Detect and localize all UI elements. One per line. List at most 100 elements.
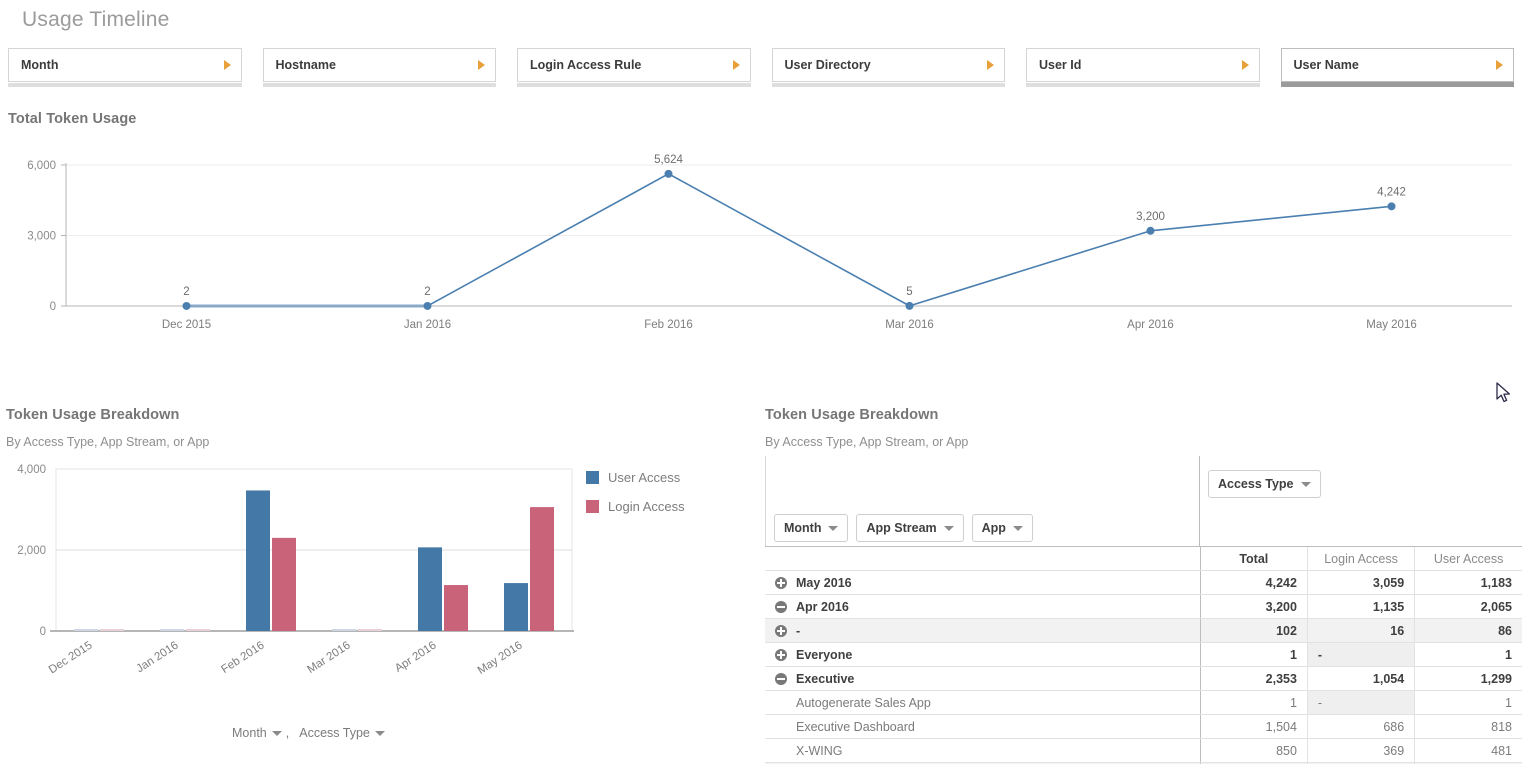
table-row[interactable]: Executive 2,353 1,054 1,299 bbox=[765, 666, 1522, 691]
pivot-row-label-cell[interactable]: - bbox=[765, 618, 1201, 643]
pivot-cell-login-access[interactable]: - bbox=[1306, 642, 1415, 667]
pivot-cell-login-access[interactable]: - bbox=[1306, 690, 1415, 715]
table-row[interactable]: Autogenerate Sales App 1-1 bbox=[765, 690, 1522, 715]
pivot-dim-label: App bbox=[981, 521, 1006, 535]
pivot-row-label-cell[interactable]: Apr 2016 bbox=[765, 594, 1201, 619]
pivot-row-label: May 2016 bbox=[796, 575, 852, 590]
filter-month[interactable]: Month bbox=[8, 48, 242, 87]
svg-text:Dec 2015: Dec 2015 bbox=[162, 319, 211, 331]
pivot-cell-user-access[interactable]: 1,299 bbox=[1414, 666, 1522, 691]
table-row[interactable]: Executive Dashboard 1,504 686 818 bbox=[765, 714, 1522, 739]
pivot-row-label-cell[interactable]: Autogenerate Sales App bbox=[765, 690, 1201, 715]
pivot-row-label-cell[interactable]: X-WING bbox=[765, 738, 1201, 763]
pivot-measure-border bbox=[1199, 456, 1200, 546]
svg-text:Feb 2016: Feb 2016 bbox=[219, 639, 266, 676]
pivot-table-head: Total Login Access User Access bbox=[765, 546, 1522, 571]
expand-icon[interactable] bbox=[775, 576, 787, 589]
pivot-row-label-cell[interactable]: Everyone bbox=[765, 642, 1201, 667]
collapse-icon[interactable] bbox=[775, 672, 787, 685]
dashboard-root: Usage Timeline Month Hostname Login Access… bbox=[0, 0, 1522, 764]
pivot-cell-login-access[interactable]: 1,054 bbox=[1306, 666, 1415, 691]
pivot-cell-total[interactable]: 102 bbox=[1200, 618, 1308, 643]
total-token-usage-title: Total Token Usage bbox=[8, 111, 137, 127]
svg-text:Mar 2016: Mar 2016 bbox=[305, 639, 352, 676]
svg-text:May 2016: May 2016 bbox=[476, 639, 525, 677]
chevron-right-icon bbox=[223, 60, 231, 70]
pivot-dim-month[interactable]: Month bbox=[774, 514, 849, 542]
pivot-cell-login-access[interactable]: 3,059 bbox=[1306, 570, 1415, 595]
legend-item[interactable]: Login Access bbox=[586, 499, 685, 514]
token-usage-breakdown-bar-subtitle: By Access Type, App Stream, or App bbox=[6, 435, 210, 449]
filter-user-id[interactable]: User Id bbox=[1026, 48, 1260, 87]
pivot-cell-login-access[interactable]: 16 bbox=[1306, 618, 1415, 643]
pivot-cell-total[interactable]: 1 bbox=[1200, 690, 1308, 715]
table-row[interactable]: May 2016 4,242 3,059 1,183 bbox=[765, 570, 1522, 595]
pivot-measure-label: Access Type bbox=[1218, 477, 1294, 491]
pivot-cell-login-access[interactable]: 686 bbox=[1306, 714, 1415, 739]
pivot-row-label: Executive Dashboard bbox=[796, 719, 915, 734]
pivot-dim-label: Month bbox=[784, 521, 822, 535]
pivot-row-label-cell[interactable]: Executive Dashboard bbox=[765, 714, 1201, 739]
table-row[interactable]: - 102 16 86 bbox=[765, 618, 1522, 643]
table-row[interactable]: X-WING 850 369 481 bbox=[765, 738, 1522, 763]
pivot-cell-login-access[interactable]: 1,135 bbox=[1306, 594, 1415, 619]
pivot-cell-login-access[interactable]: 369 bbox=[1306, 738, 1415, 763]
pivot-row-label: Executive bbox=[796, 671, 855, 686]
pivot-cell-total[interactable]: 1 bbox=[1200, 642, 1308, 667]
pivot-dim-app-stream[interactable]: App Stream bbox=[856, 514, 964, 542]
pivot-cell-user-access[interactable]: 1,183 bbox=[1414, 570, 1522, 595]
pivot-cell-user-access[interactable]: 86 bbox=[1414, 618, 1522, 643]
legend-color-swatch bbox=[586, 471, 599, 484]
collapse-icon[interactable] bbox=[775, 600, 787, 613]
svg-text:May 2016: May 2016 bbox=[1366, 319, 1417, 331]
pivot-cell-user-access[interactable]: 1 bbox=[1414, 642, 1522, 667]
filter-label: User Name bbox=[1293, 58, 1359, 72]
bar-dim-access-type[interactable]: Access Type bbox=[299, 726, 385, 740]
filter-user-name[interactable]: User Name bbox=[1280, 48, 1514, 87]
pivot-dim-app[interactable]: App bbox=[971, 514, 1033, 542]
pivot-cell-user-access[interactable]: 481 bbox=[1414, 738, 1522, 763]
pivot-row-label: - bbox=[796, 623, 801, 638]
table-row[interactable]: Everyone 1-1 bbox=[765, 642, 1522, 667]
pivot-cell-user-access[interactable]: 2,065 bbox=[1414, 594, 1522, 619]
pivot-cell-total[interactable]: 4,242 bbox=[1200, 570, 1308, 595]
legend-item[interactable]: User Access bbox=[586, 470, 685, 485]
pivot-col-total[interactable]: Total bbox=[1200, 546, 1308, 571]
pivot-cell-total[interactable]: 2,353 bbox=[1200, 666, 1308, 691]
pivot-cell-total[interactable]: 1,504 bbox=[1200, 714, 1308, 739]
table-row[interactable]: Apr 2016 3,200 1,135 2,065 bbox=[765, 594, 1522, 619]
pivot-cell-user-access[interactable]: 1 bbox=[1414, 690, 1522, 715]
total-token-usage-chart[interactable]: 0 3,000 6,000 2 2 5,624 5 3,200 4,242 Dec 2015 Jan… bbox=[0, 140, 1522, 340]
filter-underbar bbox=[262, 83, 496, 87]
token-usage-breakdown-table-subtitle: By Access Type, App Stream, or App bbox=[765, 435, 969, 449]
filter-login-access-rule[interactable]: Login Access Rule bbox=[517, 48, 751, 87]
pivot-row-label-cell[interactable]: Executive bbox=[765, 666, 1201, 691]
svg-text:5,624: 5,624 bbox=[654, 154, 683, 166]
pivot-cell-total[interactable]: 850 bbox=[1200, 738, 1308, 763]
bar-chart-dimension-selectors: Month , Access Type bbox=[232, 726, 385, 740]
filter-underbar bbox=[517, 83, 751, 87]
pivot-row-label-cell[interactable]: May 2016 bbox=[765, 570, 1201, 595]
pivot-col-user-access[interactable]: User Access bbox=[1414, 546, 1522, 571]
chevron-down-icon bbox=[271, 730, 282, 736]
line-chart-svg[interactable]: 0 3,000 6,000 2 2 5,624 5 3,200 4,242 Dec 2015 Jan… bbox=[0, 140, 1522, 340]
svg-text:Mar 2016: Mar 2016 bbox=[885, 319, 934, 331]
svg-text:0: 0 bbox=[50, 301, 56, 313]
filter-hostname[interactable]: Hostname bbox=[262, 48, 496, 87]
bar-dim-access-type-label: Access Type bbox=[299, 726, 370, 740]
chevron-down-icon bbox=[943, 525, 954, 531]
bar-dim-month[interactable]: Month bbox=[232, 726, 282, 740]
svg-text:Jan 2016: Jan 2016 bbox=[134, 639, 180, 675]
expand-icon[interactable] bbox=[775, 624, 787, 637]
expand-icon[interactable] bbox=[775, 648, 787, 661]
svg-text:3,200: 3,200 bbox=[1136, 211, 1165, 223]
pivot-measure-access-type[interactable]: Access Type bbox=[1208, 470, 1321, 498]
pivot-dim-label: App Stream bbox=[866, 521, 937, 535]
chevron-down-icon bbox=[1300, 481, 1311, 487]
pivot-cell-user-access[interactable]: 818 bbox=[1414, 714, 1522, 739]
filter-user-directory[interactable]: User Directory bbox=[771, 48, 1005, 87]
pivot-cell-total[interactable]: 3,200 bbox=[1200, 594, 1308, 619]
pivot-col-dimension bbox=[765, 546, 1201, 571]
pivot-col-login-access[interactable]: Login Access bbox=[1306, 546, 1415, 571]
chevron-right-icon bbox=[1241, 60, 1249, 70]
